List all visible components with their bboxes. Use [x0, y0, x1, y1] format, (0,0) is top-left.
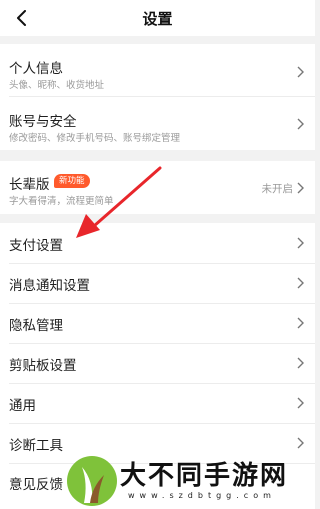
- settings-item-privacy[interactable]: 隐私管理: [0, 304, 315, 343]
- settings-item-personal-info[interactable]: 个人信息 头像、昵称、收货地址: [0, 44, 315, 96]
- chevron-right-icon: [297, 277, 304, 289]
- back-button[interactable]: [10, 5, 34, 31]
- status-text: 未开启: [261, 183, 294, 195]
- watermark-logo-icon: [67, 456, 117, 506]
- item-subtitle: 字大看得清，流程更简单: [9, 196, 114, 207]
- item-label: 账号与安全: [9, 114, 77, 130]
- chevron-right-icon: [297, 66, 304, 78]
- chevron-right-icon: [297, 182, 304, 194]
- new-feature-badge: 新功能: [54, 174, 90, 188]
- item-label: 个人信息: [9, 61, 63, 77]
- item-label: 消息通知设置: [9, 278, 90, 294]
- settings-item-notifications[interactable]: 消息通知设置: [0, 264, 315, 303]
- item-label: 隐私管理: [9, 318, 63, 334]
- nav-bar: 设置: [0, 0, 315, 36]
- settings-item-general[interactable]: 通用: [0, 384, 315, 423]
- settings-item-clipboard[interactable]: 剪贴板设置: [0, 344, 315, 383]
- settings-item-payment[interactable]: 支付设置: [0, 223, 315, 263]
- chevron-right-icon: [297, 397, 304, 409]
- chevron-right-icon: [297, 357, 304, 369]
- watermark: 大不同手游网 www.szdbtgg.com: [64, 449, 315, 509]
- item-label: 通用: [9, 398, 36, 414]
- item-label: 剪贴板设置: [9, 358, 77, 374]
- item-subtitle: 头像、昵称、收货地址: [9, 80, 105, 91]
- chevron-right-icon: [297, 118, 304, 130]
- page-title: 设置: [142, 9, 173, 28]
- item-subtitle: 修改密码、修改手机号码、账号绑定管理: [9, 133, 181, 144]
- settings-group-account: 个人信息 头像、昵称、收货地址 账号与安全 修改密码、修改手机号码、账号绑定管理: [0, 44, 315, 150]
- settings-group-elder: 长辈版 新功能 字大看得清，流程更简单 未开启: [0, 161, 315, 214]
- item-label: 长辈版: [9, 177, 50, 193]
- watermark-url: www.szdbtgg.com: [128, 491, 276, 500]
- settings-item-account-security[interactable]: 账号与安全 修改密码、修改手机号码、账号绑定管理: [0, 97, 315, 150]
- chevron-right-icon: [297, 237, 304, 249]
- chevron-right-icon: [297, 437, 304, 449]
- watermark-text: 大不同手游网: [120, 461, 289, 491]
- item-label: 支付设置: [9, 238, 63, 254]
- chevron-right-icon: [297, 317, 304, 329]
- settings-item-elder-mode[interactable]: 长辈版 新功能 字大看得清，流程更简单 未开启: [0, 161, 315, 214]
- chevron-left-icon: [17, 10, 26, 26]
- item-label: 诊断工具: [9, 438, 63, 454]
- item-label: 意见反馈: [9, 477, 63, 493]
